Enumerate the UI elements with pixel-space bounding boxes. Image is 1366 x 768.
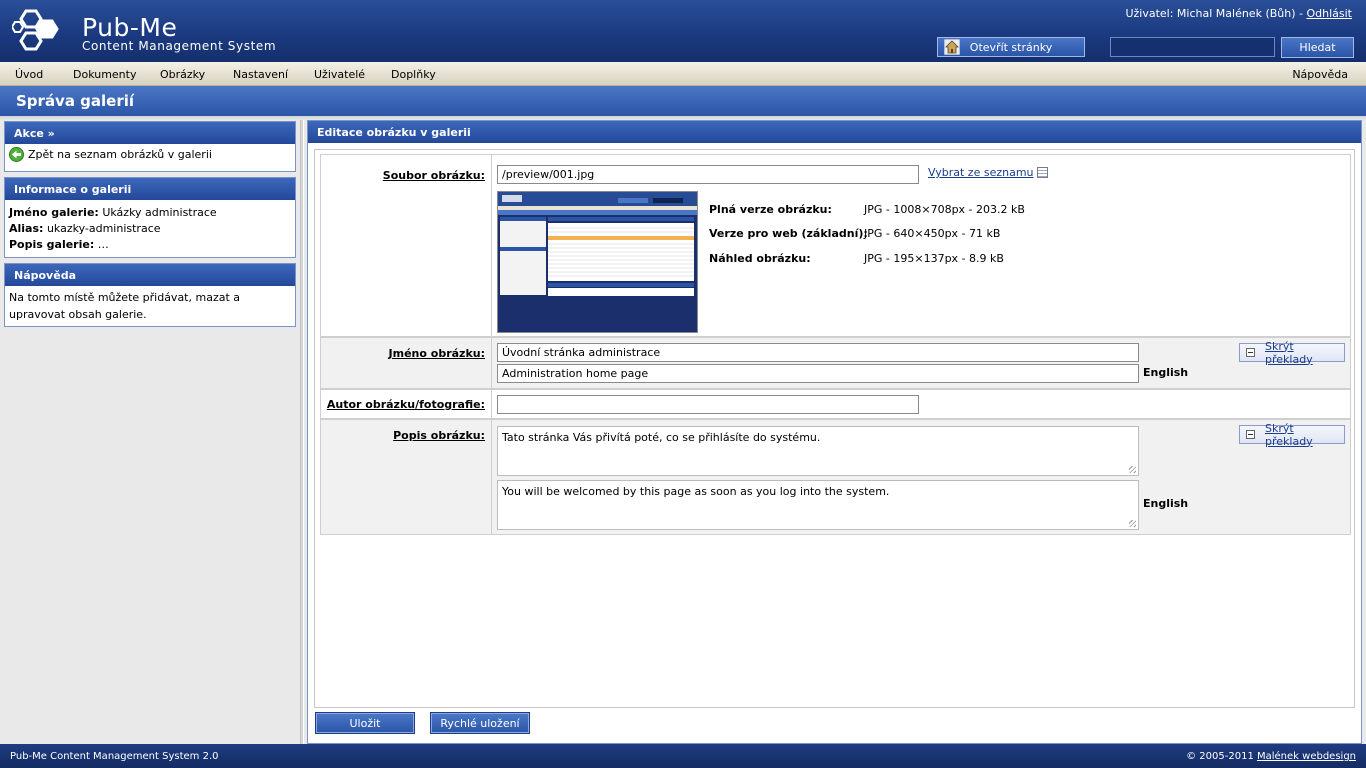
gallery-info-title: Informace o galerii bbox=[5, 178, 295, 200]
file-row: Soubor obrázku: /preview/001.jpg Vybrat … bbox=[320, 154, 1351, 337]
resize-grip-icon[interactable] bbox=[1129, 520, 1136, 527]
user-info: Uživatel: Michal Malének (Bůh) - Odhlási… bbox=[1125, 7, 1352, 20]
description-translation-textarea[interactable]: You will be welcomed by this page as soo… bbox=[497, 480, 1139, 530]
main-menu: Úvod Dokumenty Obrázky Nastavení Uživate… bbox=[0, 62, 1366, 86]
author-label-cell: Autor obrázku/fotografie: bbox=[321, 390, 492, 418]
author-row: Autor obrázku/fotografie: bbox=[320, 389, 1351, 419]
thumbnail-version-label: Náhled obrázku: bbox=[709, 252, 811, 265]
header: Pub-Me Content Management System Uživate… bbox=[0, 0, 1366, 62]
file-label-cell: Soubor obrázku: bbox=[321, 155, 492, 336]
menu-item-home[interactable]: Úvod bbox=[15, 68, 43, 81]
name-translation-lang: English bbox=[1143, 366, 1189, 379]
gallery-desc-value: … bbox=[97, 238, 109, 251]
file-label: Soubor obrázku: bbox=[382, 169, 485, 182]
footer-copyright-text: © 2005-2011 bbox=[1186, 751, 1257, 762]
logo-subtitle: Content Management System bbox=[82, 39, 277, 53]
thumbnail-preview-icon bbox=[498, 192, 697, 332]
page-title-band: Správa galerií bbox=[0, 86, 1366, 116]
description-translation-text: You will be welcomed by this page as soo… bbox=[502, 485, 890, 498]
author-label: Autor obrázku/fotografie: bbox=[326, 398, 485, 411]
description-label-cell: Popis obrázku: bbox=[321, 420, 492, 534]
user-name: Uživatel: Michal Malének (Bůh) - bbox=[1125, 7, 1307, 20]
description-textarea[interactable]: Tato stránka Vás přivítá poté, co se při… bbox=[497, 426, 1139, 476]
help-panel: Nápověda Na tomto místě můžete přidávat,… bbox=[4, 263, 296, 327]
gallery-name-row: Jméno galerie: Ukázky administrace bbox=[9, 205, 291, 221]
actions-panel: Akce » Zpět na seznam obrázků v galerii bbox=[4, 121, 296, 172]
gallery-name-value: Ukázky administrace bbox=[102, 206, 217, 219]
menu-item-help[interactable]: Nápověda bbox=[1292, 68, 1348, 81]
description-text: Tato stránka Vás přivítá poté, co se při… bbox=[502, 431, 821, 444]
menu-item-images[interactable]: Obrázky bbox=[160, 68, 205, 81]
menu-item-users[interactable]: Uživatelé bbox=[314, 68, 365, 81]
logo-title: Pub-Me bbox=[82, 13, 178, 42]
name-label: Jméno obrázku: bbox=[388, 347, 485, 360]
search-input[interactable] bbox=[1110, 37, 1275, 57]
back-arrow-icon bbox=[9, 147, 24, 162]
full-version-label: Plná verze obrázku: bbox=[709, 203, 832, 216]
hexagon-logo-icon bbox=[12, 9, 59, 51]
name-input[interactable]: Úvodní stránka administrace bbox=[497, 343, 1139, 362]
page-title: Správa galerií bbox=[16, 92, 135, 110]
back-link-label: Zpět na seznam obrázků v galerii bbox=[28, 148, 212, 161]
description-label: Popis obrázku: bbox=[393, 429, 485, 442]
gallery-alias-value: ukazky-administrace bbox=[46, 222, 161, 235]
edit-image-title: Editace obrázku v galerii bbox=[308, 121, 1361, 143]
collapse-icon bbox=[1246, 430, 1255, 439]
menu-item-addons[interactable]: Doplňky bbox=[391, 68, 436, 81]
thumbnail-version-value: JPG - 195×137px - 8.9 kB bbox=[864, 252, 1004, 265]
footer-product: Pub-Me Content Management System 2.0 bbox=[10, 751, 219, 762]
description-hide-translations-button[interactable]: Skrýt překlady bbox=[1239, 422, 1345, 448]
gallery-desc-label: Popis galerie: bbox=[9, 238, 95, 251]
resize-grip-icon[interactable] bbox=[1129, 466, 1136, 473]
gallery-info-panel: Informace o galerii Jméno galerie: Ukázk… bbox=[4, 177, 296, 258]
full-version-value: JPG - 1008×708px - 203.2 kB bbox=[864, 203, 1025, 216]
name-hide-translations-button[interactable]: Skrýt překlady bbox=[1239, 340, 1345, 366]
description-row: Popis obrázku: Tato stránka Vás přivítá … bbox=[320, 419, 1351, 535]
gallery-desc-row: Popis galerie: … bbox=[9, 237, 291, 253]
image-thumbnail[interactable] bbox=[497, 191, 698, 333]
panel-divider[interactable] bbox=[300, 120, 304, 744]
search-button[interactable]: Hledat bbox=[1281, 37, 1354, 58]
author-input[interactable] bbox=[497, 395, 919, 414]
file-path-input[interactable]: /preview/001.jpg bbox=[497, 165, 919, 184]
gallery-name-label: Jméno galerie: bbox=[9, 206, 99, 219]
quick-save-button[interactable]: Rychlé uložení bbox=[430, 712, 530, 734]
help-panel-title: Nápověda bbox=[5, 264, 295, 286]
open-site-label: Otevřít stránky bbox=[969, 40, 1053, 54]
actions-panel-title: Akce » bbox=[5, 122, 295, 144]
gallery-alias-row: Alias: ukazky-administrace bbox=[9, 221, 291, 237]
description-translation-lang: English bbox=[1143, 497, 1189, 510]
back-to-gallery-link[interactable]: Zpět na seznam obrázků v galerii bbox=[5, 144, 295, 165]
gallery-alias-label: Alias: bbox=[9, 222, 44, 235]
menu-item-settings[interactable]: Nastavení bbox=[233, 68, 288, 81]
footer-copyright: © 2005-2011 Malének webdesign bbox=[1186, 751, 1356, 762]
web-version-label: Verze pro web (základní): bbox=[709, 227, 868, 240]
choose-from-list-label: Vybrat ze seznamu bbox=[928, 166, 1034, 179]
save-button[interactable]: Uložit bbox=[315, 712, 415, 734]
edit-image-form: Soubor obrázku: /preview/001.jpg Vybrat … bbox=[314, 149, 1355, 708]
choose-from-list-link[interactable]: Vybrat ze seznamu bbox=[928, 166, 1048, 179]
footer: Pub-Me Content Management System 2.0 © 2… bbox=[0, 744, 1366, 768]
name-label-cell: Jméno obrázku: bbox=[321, 338, 492, 388]
home-icon bbox=[944, 39, 960, 55]
collapse-icon bbox=[1246, 348, 1255, 357]
name-translation-input[interactable]: Administration home page bbox=[497, 364, 1139, 383]
footer-author-link[interactable]: Malének webdesign bbox=[1257, 751, 1356, 762]
list-icon bbox=[1036, 167, 1048, 178]
edit-image-panel: Editace obrázku v galerii Soubor obrázku… bbox=[307, 120, 1362, 744]
name-hide-translations-label: Skrýt překlady bbox=[1265, 339, 1313, 366]
logout-link[interactable]: Odhlásit bbox=[1306, 7, 1352, 20]
name-row: Jméno obrázku: Úvodní stránka administra… bbox=[320, 337, 1351, 389]
description-hide-translations-label: Skrýt překlady bbox=[1265, 421, 1313, 448]
web-version-value: JPG - 640×450px - 71 kB bbox=[864, 227, 1001, 240]
help-text: Na tomto místě můžete přidávat, mazat a … bbox=[9, 291, 241, 321]
menu-item-documents[interactable]: Dokumenty bbox=[73, 68, 136, 81]
open-site-button[interactable]: Otevřít stránky bbox=[937, 37, 1085, 57]
